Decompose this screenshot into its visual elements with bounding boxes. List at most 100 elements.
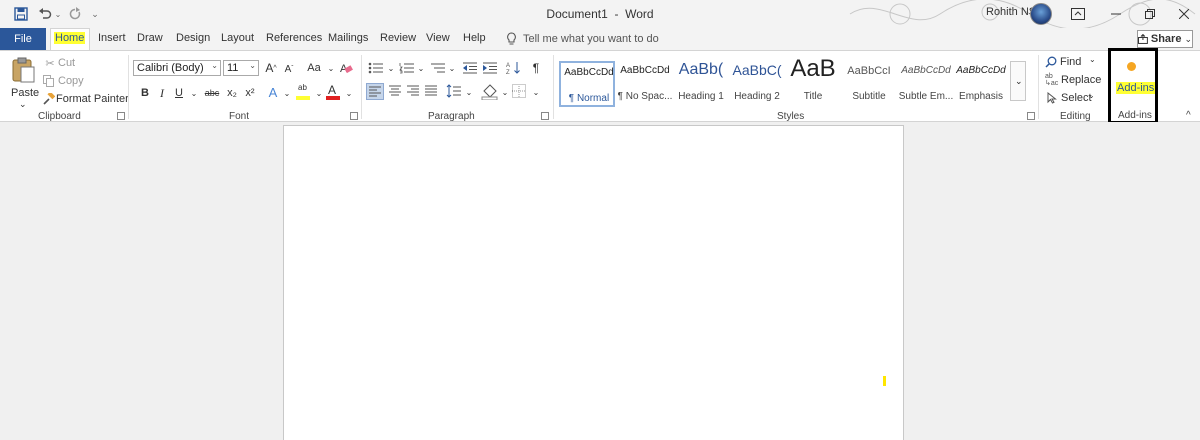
tab-review[interactable]: Review: [380, 32, 416, 44]
align-center-icon[interactable]: [388, 85, 402, 97]
font-name-value: Calibri (Body): [137, 62, 204, 74]
restore-icon[interactable]: [1140, 4, 1160, 24]
group-separator: [1038, 55, 1039, 119]
tab-layout[interactable]: Layout: [221, 32, 254, 44]
tab-references[interactable]: References: [266, 32, 322, 44]
chevron-down-icon: ⌄: [249, 61, 256, 70]
subscript-button[interactable]: x₂: [224, 85, 240, 101]
group-label-addins: Add-ins: [1118, 110, 1152, 121]
style-emphasis[interactable]: AaBbCcDd Emphasis: [953, 61, 1009, 107]
group-separator: [553, 55, 554, 119]
ribbon-tabs: File Home Insert Draw Design Layout Refe…: [0, 28, 1200, 50]
ribbon-display-options-icon[interactable]: [1068, 4, 1088, 24]
avatar[interactable]: [1030, 3, 1052, 25]
svg-text:A: A: [506, 63, 510, 69]
chevron-down-icon: ⌄: [211, 61, 218, 70]
tab-view[interactable]: View: [426, 32, 450, 44]
copy-button[interactable]: Copy: [42, 74, 86, 88]
show-formatting-marks-icon[interactable]: ¶: [528, 60, 544, 76]
align-left-icon: [369, 86, 381, 97]
cut-label: Cut: [58, 57, 76, 69]
lightbulb-icon: [507, 32, 516, 45]
chevron-down-icon[interactable]: ⌄: [413, 60, 429, 76]
justify-icon[interactable]: [424, 85, 438, 97]
bullets-icon[interactable]: [368, 62, 384, 76]
cursor-arrow-icon: [1047, 92, 1057, 104]
tab-mailings[interactable]: Mailings: [328, 32, 368, 44]
strikethrough-button[interactable]: abc: [203, 85, 221, 101]
bold-button[interactable]: B: [137, 85, 153, 101]
find-button[interactable]: Find ⌄: [1044, 55, 1104, 69]
style-subtle-emphasis[interactable]: AaBbCcDd Subtle Em...: [898, 61, 954, 107]
grow-font-icon[interactable]: A ^: [263, 60, 279, 76]
style-heading-2[interactable]: AaBbC( Heading 2: [729, 61, 785, 107]
style-heading-1[interactable]: AaBb( Heading 1: [673, 61, 729, 107]
font-color-button[interactable]: A: [325, 83, 341, 101]
chevron-down-icon[interactable]: ⌄: [444, 60, 460, 76]
tab-help[interactable]: Help: [463, 32, 486, 44]
paste-button[interactable]: Paste ⌄: [8, 57, 39, 109]
chevron-down-icon[interactable]: ⌄: [461, 84, 477, 100]
scissors-icon: ✂: [45, 57, 55, 70]
share-icon: [1138, 34, 1148, 44]
format-painter-button[interactable]: Format Painter: [42, 92, 129, 106]
chevron-down-icon[interactable]: ⌄: [279, 85, 295, 101]
style-title[interactable]: AaB Title: [785, 55, 841, 107]
sort-icon[interactable]: AZ: [506, 60, 522, 76]
replace-button[interactable]: ab ↳ac Replace: [1044, 73, 1104, 87]
line-spacing-icon[interactable]: [446, 84, 462, 98]
change-case-button[interactable]: Aa: [303, 60, 325, 76]
tab-home[interactable]: Home: [54, 32, 86, 44]
svg-text:Z: Z: [506, 70, 510, 76]
group-separator: [361, 55, 362, 119]
replace-icon: ab ↳ac: [1045, 73, 1059, 87]
styles-gallery-more-button[interactable]: ⌄: [1010, 61, 1026, 101]
tab-file[interactable]: File: [0, 28, 46, 50]
align-right-icon[interactable]: [406, 85, 420, 97]
chevron-down-icon[interactable]: ⌄: [383, 60, 399, 76]
user-name[interactable]: Rohith NS: [986, 6, 1036, 18]
font-launcher-icon[interactable]: [350, 112, 358, 120]
highlight-color-button[interactable]: ab: [295, 83, 311, 101]
find-label: Find: [1060, 56, 1082, 68]
style-normal[interactable]: AaBbCcDd ¶ Normal: [559, 61, 615, 107]
tab-insert[interactable]: Insert: [98, 32, 126, 44]
style-subtitle[interactable]: AaBbCcI Subtitle: [841, 61, 897, 107]
align-left-button[interactable]: [366, 83, 384, 100]
style-no-spacing[interactable]: AaBbCcDd ¶ No Spac...: [617, 61, 673, 107]
chevron-down-icon[interactable]: ⌄: [341, 85, 357, 101]
paragraph-launcher-icon[interactable]: [541, 112, 549, 120]
decrease-indent-icon[interactable]: [462, 62, 478, 76]
styles-launcher-icon[interactable]: [1027, 112, 1035, 120]
clear-formatting-icon[interactable]: A: [338, 60, 354, 76]
group-label-paragraph: Paragraph: [428, 111, 475, 122]
italic-button[interactable]: I: [154, 85, 170, 101]
chevron-down-icon[interactable]: ⌄: [186, 85, 202, 101]
borders-icon[interactable]: [512, 84, 526, 98]
chevron-down-icon[interactable]: ⌄: [497, 84, 513, 100]
addins-icon[interactable]: [1127, 62, 1136, 71]
superscript-button[interactable]: x²: [242, 85, 258, 101]
minimize-icon[interactable]: [1106, 4, 1126, 24]
cut-button[interactable]: ✂ Cut: [42, 56, 82, 70]
shrink-font-icon[interactable]: Aˇ: [281, 61, 297, 77]
collapse-ribbon-icon[interactable]: ^: [1186, 110, 1191, 121]
tell-me-search[interactable]: Tell me what you want to do: [506, 32, 659, 46]
highlight-color-swatch: [296, 96, 310, 100]
font-name-select[interactable]: Calibri (Body) ⌄: [133, 60, 221, 76]
close-icon[interactable]: [1174, 4, 1194, 24]
clipboard-launcher-icon[interactable]: [117, 112, 125, 120]
font-size-select[interactable]: 11 ⌄: [223, 60, 259, 76]
document-page[interactable]: [283, 125, 904, 440]
tab-design[interactable]: Design: [176, 32, 210, 44]
font-size-value: 11: [227, 62, 239, 74]
chevron-down-icon: ⌄: [1184, 33, 1192, 44]
share-button[interactable]: Share ⌄: [1137, 30, 1193, 48]
chevron-down-icon[interactable]: ⌄: [528, 84, 544, 100]
addins-button[interactable]: Add-ins: [1116, 82, 1156, 94]
select-button[interactable]: Select ⌄: [1044, 91, 1104, 105]
chevron-down-icon: ⌄: [327, 63, 335, 73]
tab-draw[interactable]: Draw: [137, 32, 163, 44]
underline-button[interactable]: U: [171, 85, 187, 101]
increase-indent-icon[interactable]: [482, 62, 498, 76]
